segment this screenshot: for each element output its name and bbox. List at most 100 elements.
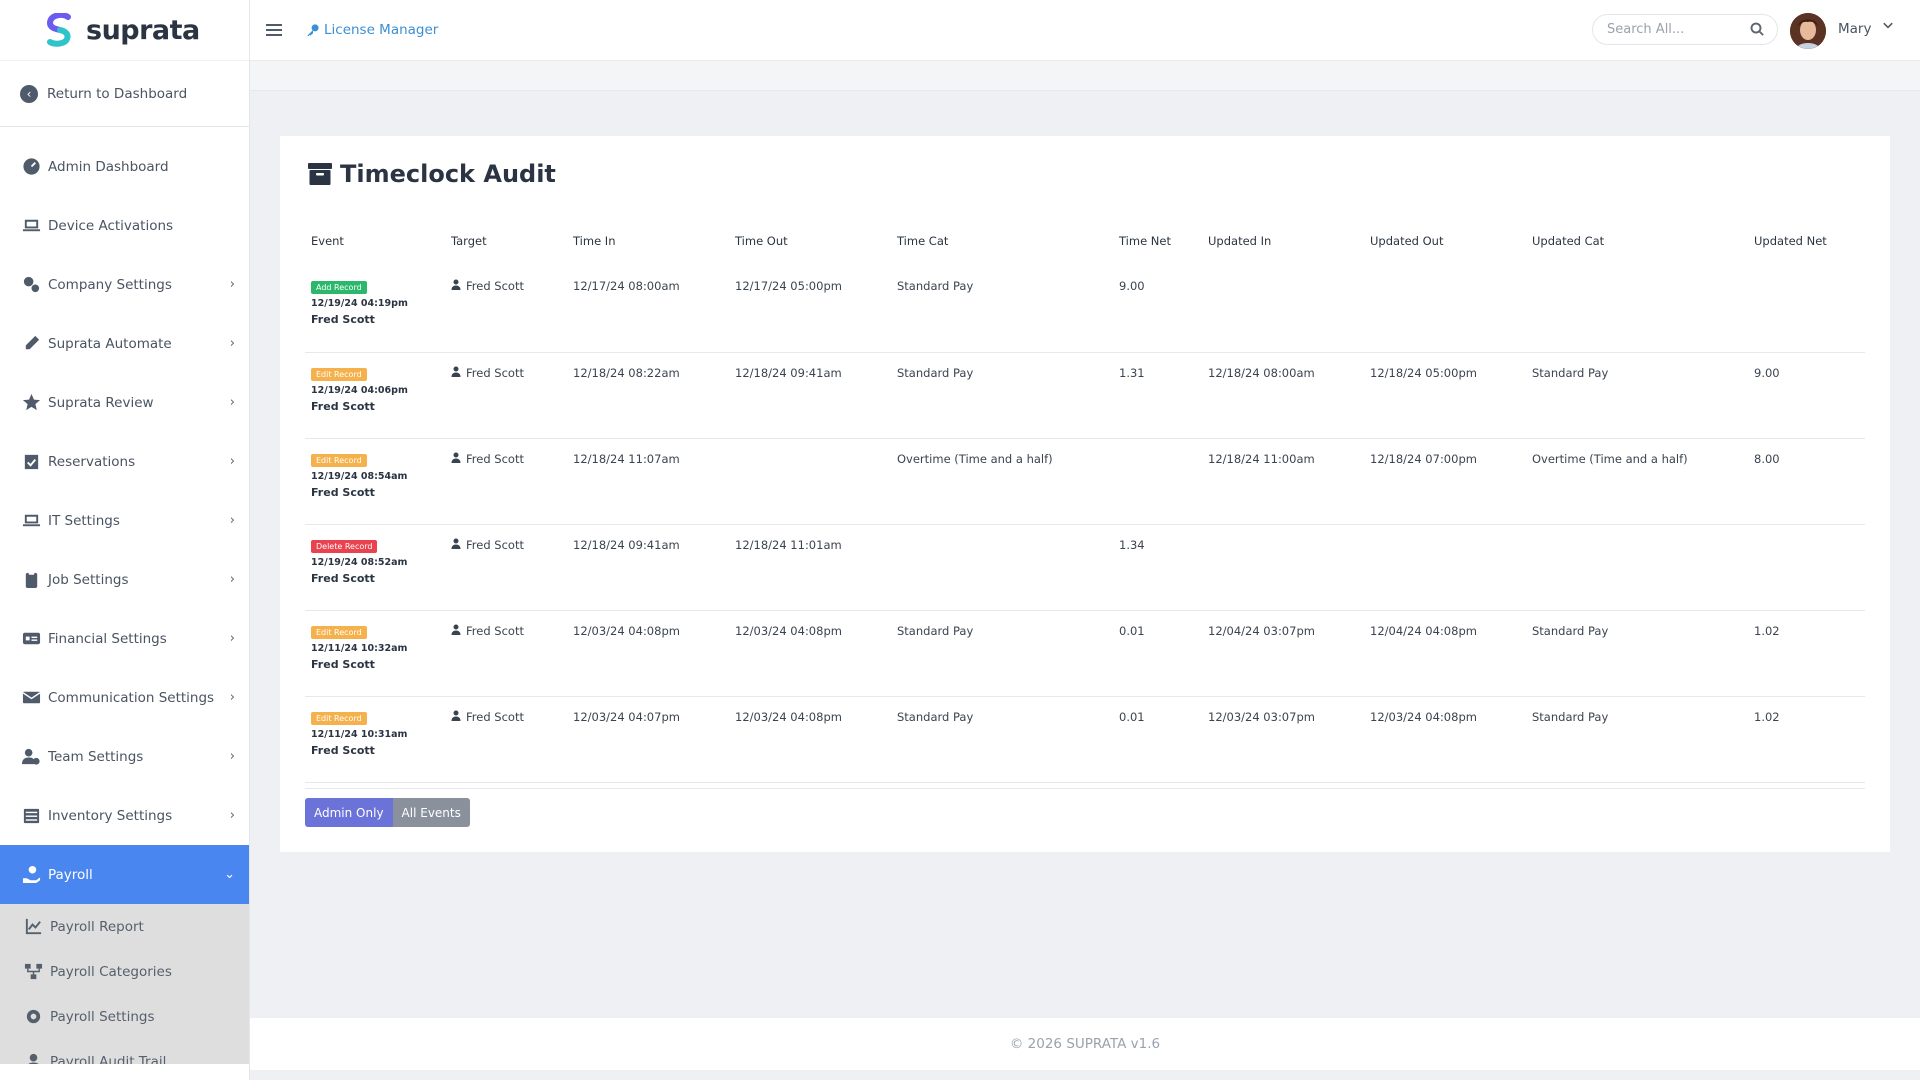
sidebar-subitem-payroll-categories[interactable]: Payroll Categories bbox=[0, 949, 249, 994]
table-row[interactable]: Edit Record 12/19/24 08:54am Fred Scott Fre… bbox=[305, 438, 1865, 525]
target-cell: Fred Scott bbox=[445, 696, 567, 783]
avatar[interactable] bbox=[1790, 13, 1826, 49]
time-out-cell bbox=[729, 438, 891, 525]
sidebar-item-label: Job Settings bbox=[48, 571, 129, 588]
key-icon bbox=[307, 24, 319, 37]
sidebar-item-communication-settings[interactable]: Communication Settings › bbox=[0, 668, 249, 727]
sidebar-subitem-payroll-report[interactable]: Payroll Report bbox=[0, 904, 249, 949]
updated-in-cell bbox=[1202, 266, 1364, 353]
brand[interactable]: suprata bbox=[0, 0, 249, 61]
updated-out-cell: 12/18/24 05:00pm bbox=[1364, 352, 1526, 439]
time-net-cell bbox=[1113, 438, 1202, 525]
sidebar-item-financial-settings[interactable]: Financial Settings › bbox=[0, 609, 249, 668]
updated-cat-cell bbox=[1526, 524, 1748, 611]
time-cat-cell bbox=[891, 524, 1113, 611]
sidebar-subitem-payroll-settings[interactable]: Payroll Settings bbox=[0, 994, 249, 1039]
updated-net-cell: 1.02 bbox=[1748, 610, 1865, 697]
return-to-dashboard-link[interactable]: ‹ Return to Dashboard bbox=[0, 61, 249, 127]
event-user: Fred Scott bbox=[311, 485, 375, 499]
time-out-cell: 12/03/24 04:08pm bbox=[729, 610, 891, 697]
sidebar-item-label: Admin Dashboard bbox=[48, 158, 169, 175]
search-icon[interactable] bbox=[1750, 22, 1765, 37]
sidebar-item-team-settings[interactable]: Team Settings › bbox=[0, 727, 249, 786]
updated-in-cell: 12/03/24 03:07pm bbox=[1202, 696, 1364, 783]
event-time: 12/19/24 08:52am bbox=[311, 556, 408, 568]
hamburger-menu-icon[interactable] bbox=[266, 24, 282, 36]
column-header[interactable]: Event bbox=[305, 216, 445, 266]
time-in-cell: 12/03/24 04:08pm bbox=[567, 610, 729, 697]
column-header[interactable]: Target bbox=[445, 216, 567, 266]
updated-cat-cell: Standard Pay bbox=[1526, 696, 1748, 783]
event-time: 12/19/24 08:54am bbox=[311, 470, 408, 482]
topbar: License Manager Mary bbox=[250, 0, 1920, 61]
column-header[interactable]: Time Net bbox=[1113, 216, 1202, 266]
sidebar-item-admin-dashboard[interactable]: Admin Dashboard bbox=[0, 137, 249, 196]
sidebar-item-label: Suprata Automate bbox=[48, 335, 172, 352]
time-out-cell: 12/03/24 04:08pm bbox=[729, 696, 891, 783]
column-header[interactable]: Updated Cat bbox=[1526, 216, 1748, 266]
time-out-cell: 12/18/24 09:41am bbox=[729, 352, 891, 439]
sidebar-item-device-activations[interactable]: Device Activations bbox=[0, 196, 249, 255]
updated-out-cell: 12/18/24 07:00pm bbox=[1364, 438, 1526, 525]
column-header[interactable]: Updated In bbox=[1202, 216, 1364, 266]
event-badge: Delete Record bbox=[311, 539, 378, 553]
envelope-icon bbox=[20, 688, 42, 708]
clipboard-icon bbox=[20, 570, 42, 590]
user-name[interactable]: Mary bbox=[1838, 21, 1871, 37]
all-events-button[interactable]: All Events bbox=[392, 798, 470, 827]
users-cog-icon bbox=[20, 747, 42, 767]
breadcrumb[interactable]: License Manager bbox=[306, 22, 438, 38]
sidebar-item-reservations[interactable]: Reservations › bbox=[0, 432, 249, 491]
chevron-right-icon: › bbox=[229, 690, 235, 705]
sidebar-item-job-settings[interactable]: Job Settings › bbox=[0, 550, 249, 609]
table-row[interactable]: Edit Record 12/19/24 04:06pm Fred Scott Fre… bbox=[305, 352, 1865, 439]
column-header[interactable]: Time Out bbox=[729, 216, 891, 266]
admin-only-button[interactable]: Admin Only bbox=[305, 798, 393, 827]
column-header[interactable]: Updated Net bbox=[1748, 216, 1865, 266]
sidebar-item-company-settings[interactable]: Company Settings › bbox=[0, 255, 249, 314]
laptop-icon bbox=[20, 511, 42, 531]
table-row[interactable]: Edit Record 12/11/24 10:32am Fred Scott Fre… bbox=[305, 610, 1865, 697]
sidebar-item-payroll[interactable]: Payroll ⌄ bbox=[0, 845, 249, 904]
chevron-down-icon[interactable] bbox=[1882, 19, 1894, 31]
time-net-cell: 1.31 bbox=[1113, 352, 1202, 439]
updated-cat-cell: Standard Pay bbox=[1526, 610, 1748, 697]
updated-cat-cell: Overtime (Time and a half) bbox=[1526, 438, 1748, 525]
time-in-cell: 12/17/24 08:00am bbox=[567, 266, 729, 353]
page-title-text: Timeclock Audit bbox=[340, 160, 556, 188]
target-name: Fred Scott bbox=[466, 451, 524, 466]
sidebar-item-label: Inventory Settings bbox=[48, 807, 173, 824]
sidebar-item-inventory-settings[interactable]: Inventory Settings › bbox=[0, 786, 249, 845]
breadcrumb-label: License Manager bbox=[324, 22, 439, 38]
sidebar-subitem-payroll-audit-trail[interactable]: Payroll Audit Trail bbox=[0, 1039, 249, 1064]
table-row[interactable]: Edit Record 12/11/24 10:31am Fred Scott Fre… bbox=[305, 696, 1865, 783]
return-label: Return to Dashboard bbox=[47, 85, 188, 102]
updated-net-cell: 8.00 bbox=[1748, 438, 1865, 525]
page-title: Timeclock Audit bbox=[308, 160, 556, 188]
user-icon bbox=[451, 538, 461, 552]
table-row[interactable]: Delete Record 12/19/24 08:52am Fred Scott F… bbox=[305, 524, 1865, 611]
sidebar-item-suprata-automate[interactable]: Suprata Automate › bbox=[0, 314, 249, 373]
divider bbox=[305, 788, 1865, 789]
event-filter-button-group: Admin Only All Events bbox=[305, 798, 470, 827]
updated-cat-cell bbox=[1526, 266, 1748, 353]
sidebar-item-label: IT Settings bbox=[48, 512, 120, 529]
gears-icon bbox=[20, 275, 42, 295]
sidebar-item-it-settings[interactable]: IT Settings › bbox=[0, 491, 249, 550]
column-header[interactable]: Updated Out bbox=[1364, 216, 1526, 266]
table-row[interactable]: Add Record 12/19/24 04:19pm Fred Scott Fred… bbox=[305, 266, 1865, 353]
time-in-cell: 12/18/24 11:07am bbox=[567, 438, 729, 525]
column-header[interactable]: Time In bbox=[567, 216, 729, 266]
search-input[interactable] bbox=[1607, 22, 1747, 37]
sidebar-item-label: Team Settings bbox=[48, 748, 144, 765]
table-header-row: Event Target Time In Time Out Time Cat T… bbox=[305, 216, 1865, 266]
chevron-right-icon: › bbox=[229, 454, 235, 469]
column-header[interactable]: Time Cat bbox=[891, 216, 1113, 266]
gauge-icon bbox=[20, 157, 42, 177]
sidebar-item-suprata-review[interactable]: Suprata Review › bbox=[0, 373, 249, 432]
line-chart-icon bbox=[22, 917, 44, 937]
target-name: Fred Scott bbox=[466, 537, 524, 552]
laptop-icon bbox=[20, 216, 42, 236]
time-cat-cell: Standard Pay bbox=[891, 352, 1113, 439]
updated-in-cell: 12/04/24 03:07pm bbox=[1202, 610, 1364, 697]
